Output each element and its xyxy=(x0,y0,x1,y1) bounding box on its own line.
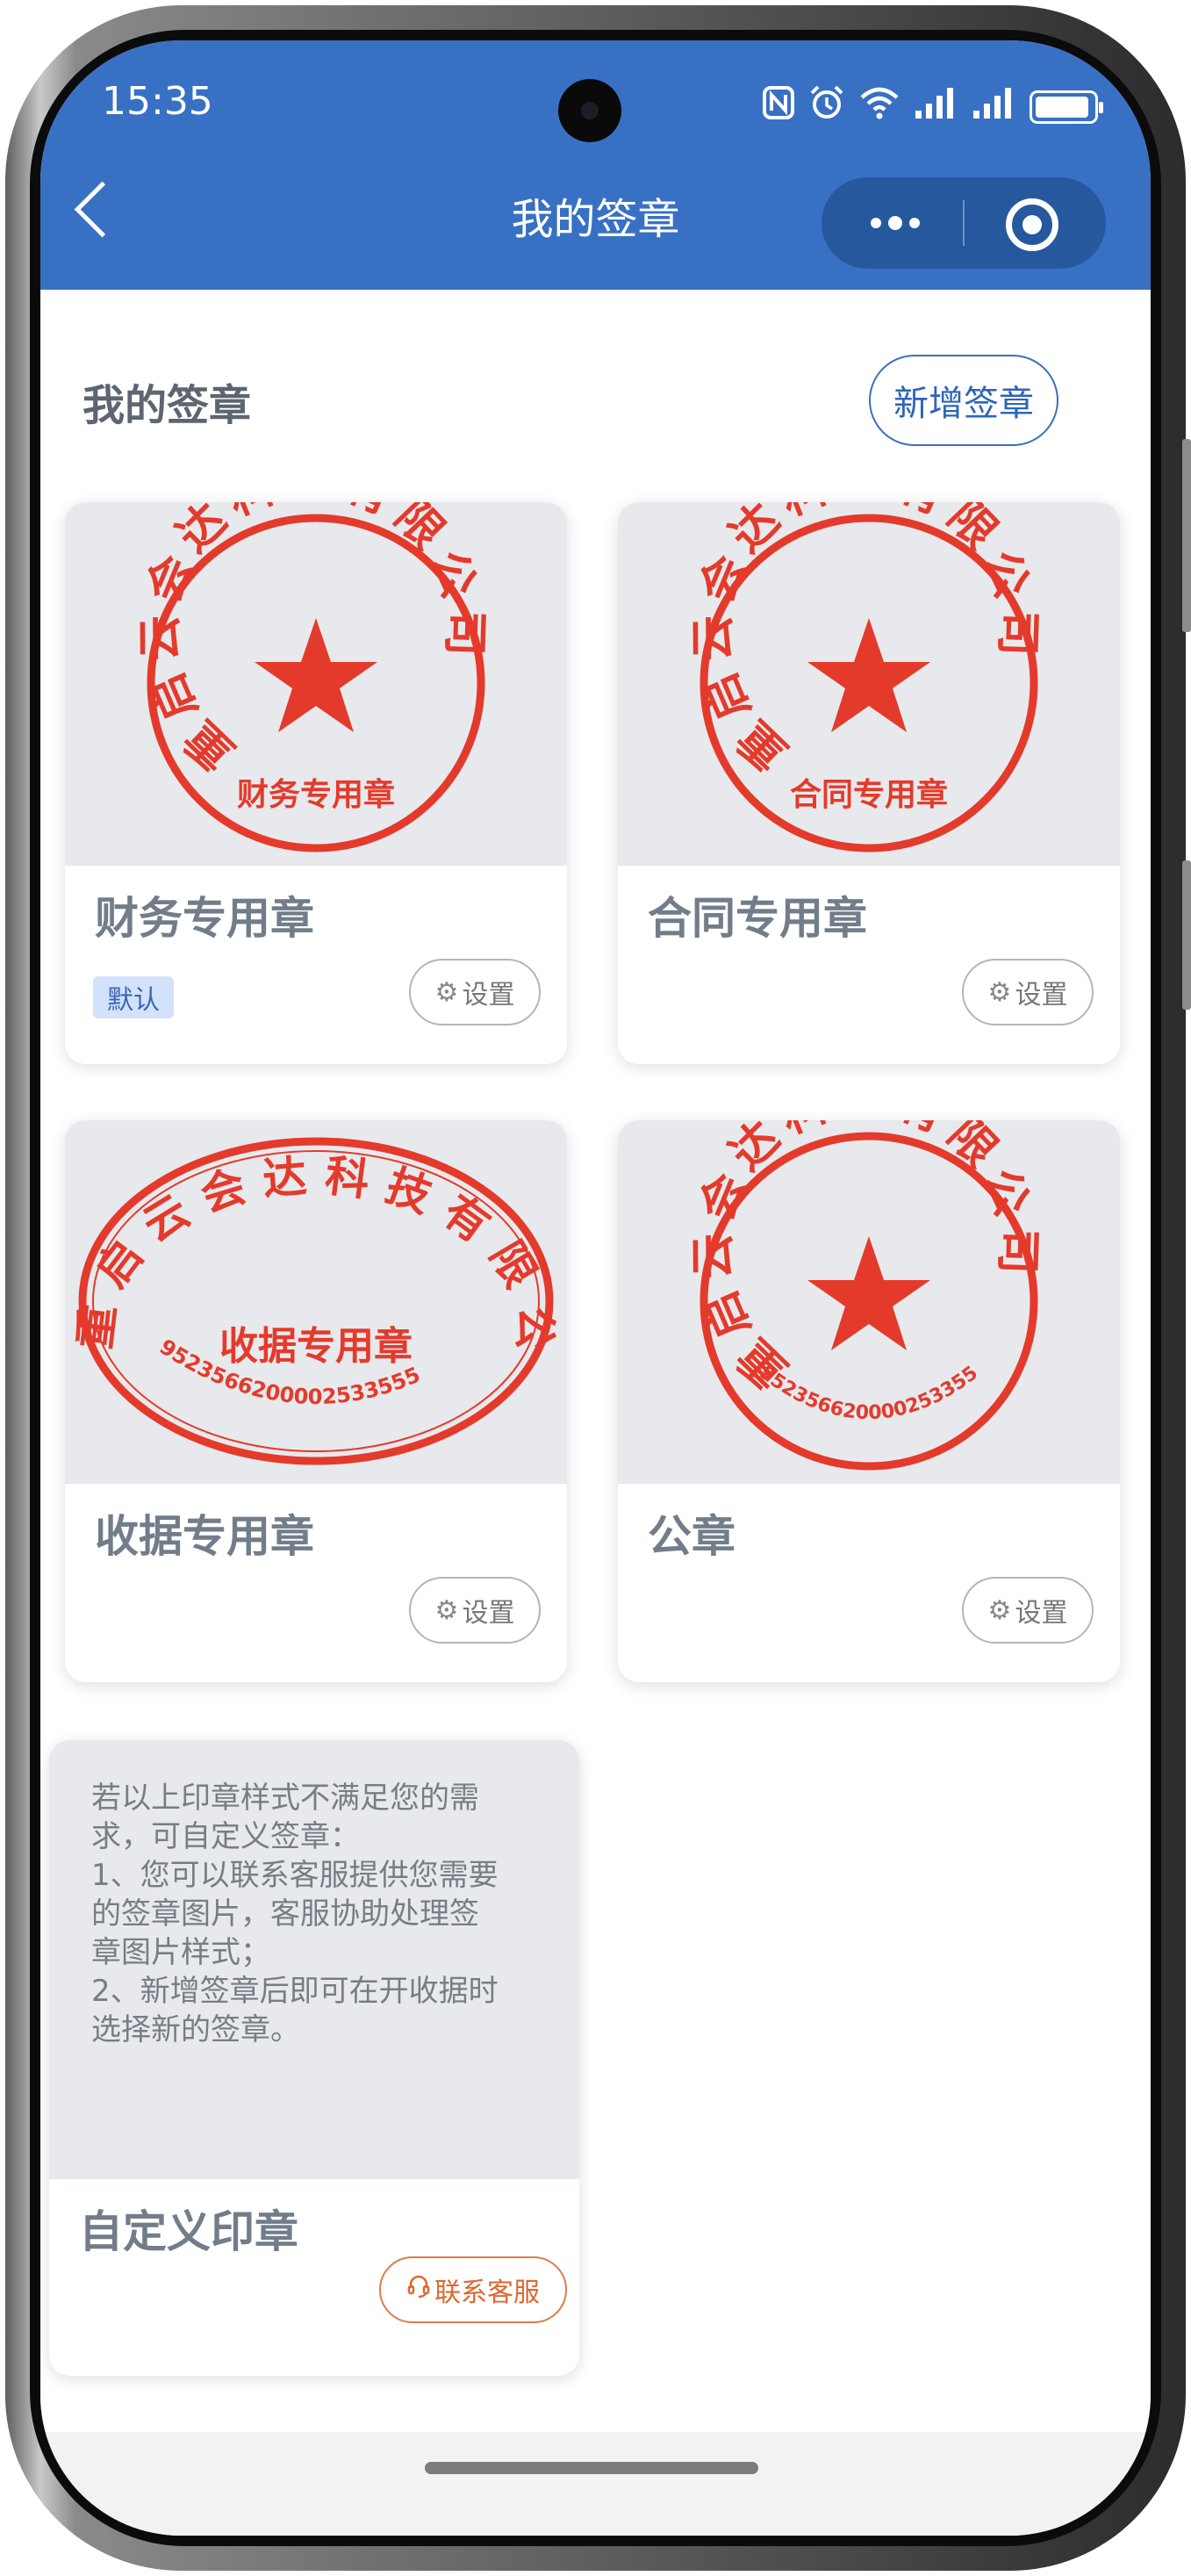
seal-name: 合同专用章 xyxy=(648,893,867,944)
setting-label: 设置 xyxy=(1015,1598,1068,1629)
seal-graphic-receipt: 重启云会达科技有限公司 收据专用章 9523566200002533555 xyxy=(65,1120,554,1465)
contact-support-label: 联系客服 xyxy=(434,2277,540,2308)
contact-support-button[interactable]: 联系客服 xyxy=(379,2256,567,2323)
signal-icon-2 xyxy=(972,86,1015,127)
seal-image: 重启云会达科技有限公司 财务专用章 xyxy=(65,502,567,866)
custom-seal-description: 若以上印章样式不满足您的需 求，可自定义签章： 1、您可以联系客服提供您需要 的… xyxy=(49,1740,579,2179)
seal-setting-button[interactable]: ⚙ 设置 xyxy=(409,959,541,1025)
seal-name: 收据专用章 xyxy=(95,1511,314,1562)
description-line: 求，可自定义签章： xyxy=(91,1819,360,1854)
nfc-icon xyxy=(763,86,794,127)
battery-icon xyxy=(1030,90,1103,124)
seal-setting-button[interactable]: ⚙ 设置 xyxy=(962,1577,1094,1644)
seal-card-contract[interactable]: 重启云会达科技有限公司 合同专用章 合同专用章 ⚙设置 xyxy=(618,502,1120,1064)
add-seal-button[interactable]: 新增签章 xyxy=(869,355,1058,446)
headset-icon xyxy=(406,2274,431,2306)
screen: 15:35 我的签章 我的签章 新增签章 重启云会达 限公司 财务专用章 财务专… xyxy=(40,40,1151,2536)
volume-button xyxy=(1182,439,1191,632)
description-line: 章图片样式； xyxy=(91,1935,270,1970)
front-camera xyxy=(558,79,621,142)
seal-card-official[interactable]: 重启云会达科技有限公司 9523566200002533555 公章 ⚙设置 xyxy=(618,1120,1120,1682)
capsule-divider xyxy=(963,200,965,246)
description-line: 2、新增签章后即可在开收据时 xyxy=(91,1974,499,2009)
seal-name: 公章 xyxy=(648,1511,735,1562)
star-icon xyxy=(807,618,930,732)
bottom-area xyxy=(40,2432,1151,2536)
seal-caption-text: 收据专用章 xyxy=(219,1324,413,1369)
close-mini-program-icon[interactable] xyxy=(1006,198,1058,251)
app-header: 15:35 我的签章 xyxy=(40,40,1151,290)
setting-label: 设置 xyxy=(1015,980,1068,1011)
seal-image: 重启云会达科技有限公司 收据专用章 9523566200002533555 xyxy=(65,1120,567,1484)
status-icons xyxy=(763,84,1103,129)
seal-image: 重启云会达科技有限公司 9523566200002533555 xyxy=(618,1120,1120,1484)
seal-caption-text: 财务专用章 xyxy=(237,776,395,813)
seal-number-text: 9523566200002533555 xyxy=(618,1120,982,1424)
home-indicator[interactable] xyxy=(425,2462,758,2474)
custom-seal-card: 若以上印章样式不满足您的需 求，可自定义签章： 1、您可以联系客服提供您需要 的… xyxy=(49,1740,579,2376)
section-title: 我的签章 xyxy=(83,381,252,430)
star-icon xyxy=(255,618,377,732)
svg-text:9523566200002533555: 9523566200002533555 xyxy=(618,1120,982,1424)
status-time: 15:35 xyxy=(102,79,213,124)
mini-program-capsule xyxy=(822,177,1106,269)
seal-graphic-official: 重启云会达科技有限公司 9523566200002533555 xyxy=(618,1120,1038,1471)
seal-card-finance[interactable]: 重启云会达科技有限公司 财务专用章 财务专用章 默认 ⚙设置 xyxy=(65,502,567,1064)
alarm-icon xyxy=(808,84,845,129)
seal-card-receipt[interactable]: 重启云会达科技有限公司 收据专用章 9523566200002533555 收据… xyxy=(65,1120,567,1682)
seal-image: 重启云会达科技有限公司 合同专用章 xyxy=(618,502,1120,866)
custom-seal-name: 自定义印章 xyxy=(79,2206,298,2257)
description-line: 若以上印章样式不满足您的需 xyxy=(91,1781,479,1816)
wifi-icon xyxy=(859,85,900,128)
signal-icon xyxy=(914,86,958,127)
seal-caption-text: 合同专用章 xyxy=(790,776,948,813)
setting-label: 设置 xyxy=(462,1598,515,1629)
gear-icon: ⚙ xyxy=(434,976,459,1008)
seal-setting-button[interactable]: ⚙ 设置 xyxy=(409,1577,541,1644)
gear-icon: ⚙ xyxy=(987,1594,1012,1626)
content-area: 我的签章 新增签章 重启云会达科技有限公司 财务专用章 财务专用章 默认 ⚙设置 xyxy=(40,290,1151,2432)
gear-icon: ⚙ xyxy=(434,1594,459,1626)
description-line: 的签章图片，客服协助处理签 xyxy=(91,1896,479,1932)
description-line: 选择新的签章。 xyxy=(91,2012,300,2047)
description-line: 1、您可以联系客服提供您需要 xyxy=(91,1858,499,1893)
seal-graphic-contract: 重启云会达科技有限公司 合同专用章 xyxy=(686,502,1038,853)
seal-setting-button[interactable]: ⚙ 设置 xyxy=(962,959,1094,1025)
setting-label: 设置 xyxy=(462,980,515,1011)
seal-graphic-finance: 重启云会达科技有限公司 财务专用章 xyxy=(133,502,485,853)
default-badge: 默认 xyxy=(93,976,174,1018)
star-icon xyxy=(807,1236,930,1350)
more-icon[interactable] xyxy=(860,198,930,248)
gear-icon: ⚙ xyxy=(987,976,1012,1008)
seal-name: 财务专用章 xyxy=(95,893,314,944)
power-button xyxy=(1182,860,1191,1010)
